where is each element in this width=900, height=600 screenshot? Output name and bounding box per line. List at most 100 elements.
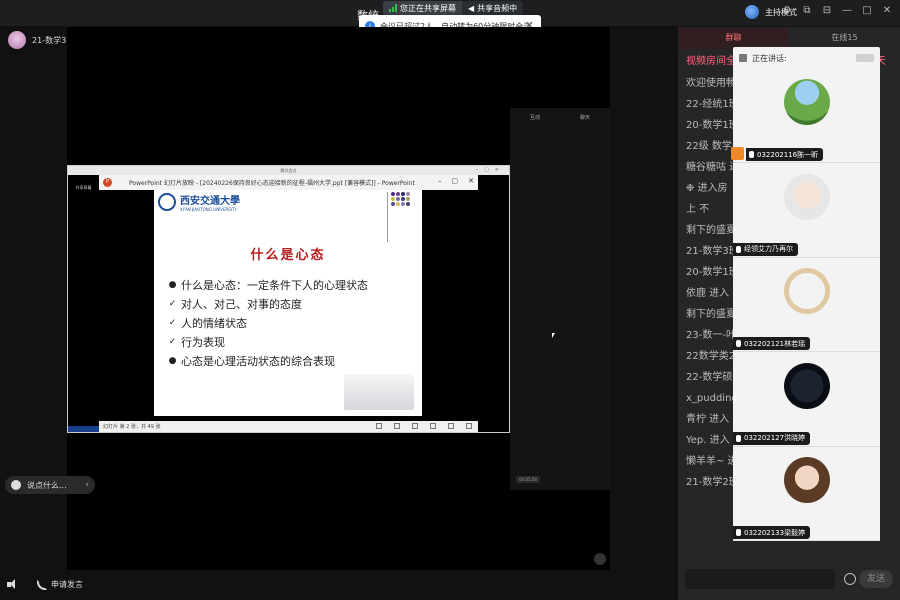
chat-input[interactable] (685, 569, 835, 589)
audio-label: 共享音频中 (477, 3, 518, 13)
speaker-name: 032202127洪晓婷 (744, 434, 806, 442)
mic-icon (736, 434, 741, 442)
apply-speak-button[interactable]: 申请发言 (37, 579, 83, 590)
shared-screen-content: 共享屏幕 P PowerPoint 幻灯片放映 - [20240226保持良好心… (68, 175, 509, 432)
bullet-marker: ● (168, 356, 177, 366)
emoji-icon[interactable] (11, 480, 21, 490)
speakers-popup: 正在讲话: 032202116陈一昕经领艾力乃再尔 032202121林若瑶 032… (731, 47, 880, 541)
bullet-marker: ✓ (168, 299, 177, 309)
taskbar (68, 426, 99, 432)
speaker-toggle[interactable] (7, 578, 19, 590)
recording-time: 00:05:58 (516, 475, 540, 483)
speaker-name: 经领艾力乃再尔 (744, 245, 793, 253)
slide-heading: 什么是心态 (250, 248, 326, 263)
avatar (784, 457, 830, 503)
host-badge-icon (731, 147, 744, 160)
tab-group-chat[interactable]: 群聊 (678, 27, 789, 49)
speaker-name-tag: 032202121林若瑶 (733, 337, 811, 350)
decorative-dot (406, 202, 410, 206)
window-controls-mini: –▢✕ (475, 167, 505, 173)
mic-icon (736, 340, 741, 347)
popout-icon[interactable]: ⧉ (802, 6, 812, 16)
speaker-name-tag: 032202116陈一昕 (746, 148, 824, 161)
shared-window-title: 腾讯会议 –▢✕ (68, 166, 509, 175)
collapse-chevron-icon[interactable]: ‹ (85, 480, 89, 490)
speaker-tile[interactable]: 032202127洪晓婷 (733, 353, 880, 447)
slide: 西安交通大學 XI'AN JIAOTONG UNIVERSITY 什么是心态 ●… (154, 190, 422, 416)
speaker-tile[interactable]: 032202116陈一昕 (731, 69, 880, 163)
tab-online[interactable]: 在线15 (789, 27, 900, 49)
speaker-name: 032202133梁毅婷 (744, 528, 806, 537)
speaker-tile[interactable]: 经领艾力乃再尔 (733, 164, 880, 258)
minimize-icon[interactable]: — (842, 6, 852, 16)
close-icon[interactable]: ✕ (468, 177, 474, 185)
decorative-dot (391, 192, 395, 196)
settings-icon[interactable]: ⚙ (782, 6, 792, 16)
decorative-dot (401, 202, 405, 206)
view-icon[interactable] (430, 423, 436, 429)
mic-icon[interactable] (594, 553, 606, 565)
mic-icon (736, 529, 741, 536)
view-icon[interactable] (448, 423, 454, 429)
avatar (784, 79, 830, 125)
decorative-dot (406, 197, 410, 201)
speakers-header: 正在讲话: (733, 47, 880, 69)
view-buttons (376, 423, 472, 429)
speaker-name-tag: 032202133梁毅婷 (733, 526, 811, 539)
minimize-icon[interactable]: – (438, 177, 442, 185)
apply-speak-label: 申请发言 (51, 580, 83, 589)
current-user[interactable]: 21-数学3... (8, 31, 74, 49)
thumbnail-tab[interactable]: 互动 (530, 114, 540, 121)
bullet-text: 对人、对己、对事的态度 (181, 298, 302, 311)
campus-sketch-image (344, 374, 414, 410)
view-icon[interactable] (466, 423, 472, 429)
speaker-icon: ◀ (468, 3, 475, 13)
speaker-name: 032202121林若瑶 (744, 339, 806, 348)
mic-icon (739, 54, 747, 62)
powerpoint-window: P PowerPoint 幻灯片放映 - [20240226保持良好心态迎接新的… (99, 175, 478, 432)
bullet-item: ✓ 行为表现 (168, 333, 368, 352)
bullet-item: ✓ 人的情绪状态 (168, 314, 368, 333)
speaker-tile[interactable]: 032202133梁毅婷 (733, 447, 880, 541)
decorative-dot (391, 197, 395, 201)
powerpoint-icon: P (103, 178, 112, 187)
decorative-dot (396, 202, 400, 206)
bullet-text: 行为表现 (181, 336, 225, 349)
audio-share-status[interactable]: ◀ 共享音频中 (462, 1, 524, 15)
view-icon[interactable] (394, 423, 400, 429)
bullet-item: ● 心态是心理活动状态的综合表现 (168, 352, 368, 371)
bullet-text: 人的情绪状态 (181, 317, 247, 330)
bullet-marker: ✓ (168, 318, 177, 328)
speaker-tile[interactable]: 032202121林若瑶 (733, 258, 880, 352)
share-side-label: 共享屏幕 (75, 185, 92, 190)
decorative-dot (391, 202, 395, 206)
maximize-icon[interactable]: ▢ (452, 177, 459, 185)
thumbnail-tab[interactable]: 聊天 (580, 114, 590, 121)
comment-input[interactable]: 说点什么... ‹ (5, 476, 95, 494)
shared-screen: 腾讯会议 –▢✕ 共享屏幕 P PowerPoint 幻灯片放映 - [2024… (67, 165, 510, 433)
emoji-icon[interactable] (844, 573, 856, 585)
signal-icon (389, 4, 397, 12)
meeting-app: 数统 您正在共享屏幕 ◀ 共享音频中 主持模式 ⚙ ⧉ ⊟ — □ ✕ i 会议… (0, 0, 900, 600)
decorative-dot (401, 192, 405, 196)
decorative-dot (396, 197, 400, 201)
mouse-cursor-icon (552, 333, 555, 338)
share-status-pill[interactable]: 您正在共享屏幕 ◀ 共享音频中 (383, 1, 524, 15)
decorative-dot (406, 192, 410, 196)
view-icon[interactable] (376, 423, 382, 429)
pin-icon[interactable]: ⊟ (822, 6, 832, 16)
seal-icon (158, 193, 176, 211)
speaker-name-tag: 032202127洪晓婷 (733, 431, 811, 445)
screen-share-status[interactable]: 您正在共享屏幕 (383, 1, 462, 15)
close-icon[interactable]: ✕ (882, 6, 892, 16)
speaker-name-tag: 经领艾力乃再尔 (733, 242, 798, 256)
phone-icon (37, 579, 47, 590)
host-avatar-icon (745, 5, 759, 19)
avatar (784, 173, 830, 220)
maximize-icon[interactable]: □ (862, 6, 872, 16)
divider (387, 192, 388, 242)
send-button[interactable]: 发送 (859, 570, 893, 588)
speaker-name: 032202116陈一昕 (757, 150, 819, 159)
view-icon[interactable] (412, 423, 418, 429)
shared-window-title-text: 腾讯会议 (280, 168, 297, 173)
